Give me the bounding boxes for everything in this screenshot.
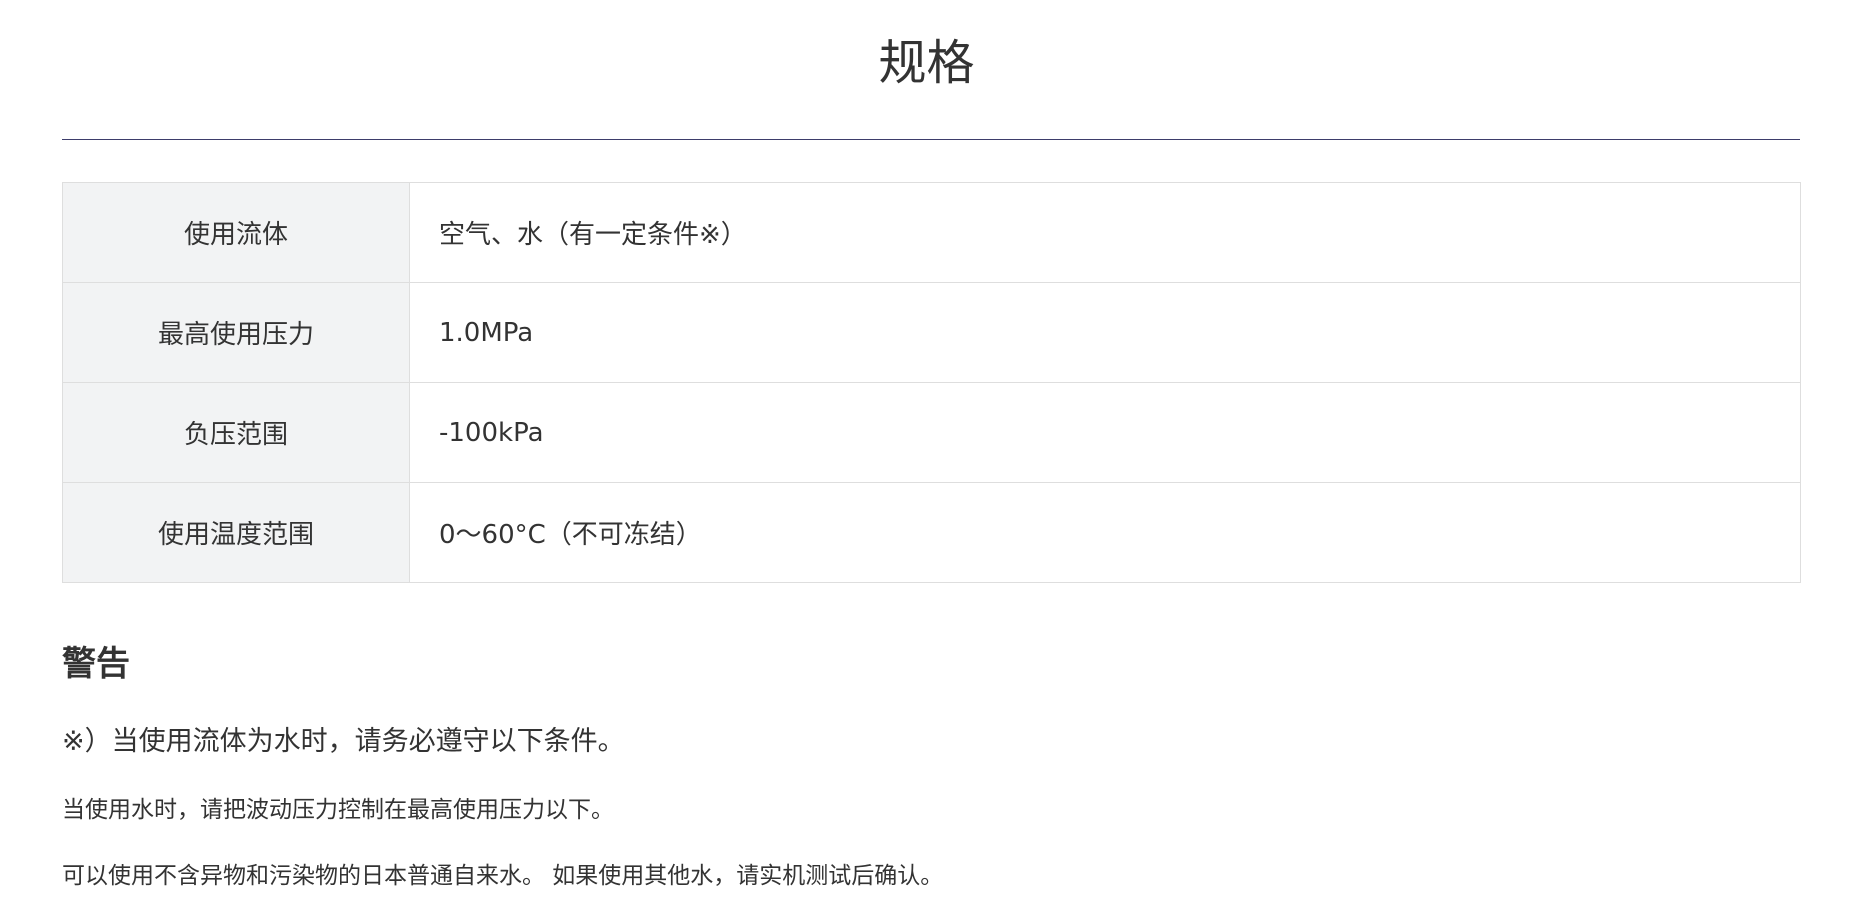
table-row: 使用温度范围 0～60°C（不可冻结）: [62, 482, 1801, 583]
spec-value: 空气、水（有一定条件※）: [409, 182, 1801, 283]
title-divider: [62, 139, 1800, 140]
spec-value: 1.0MPa: [409, 282, 1801, 383]
spec-page: 规格 使用流体 空气、水（有一定条件※） 最高使用压力 1.0MPa 负压范围 …: [0, 0, 1853, 904]
spec-value: -100kPa: [409, 382, 1801, 483]
page-title: 规格: [878, 35, 975, 91]
spec-table: 使用流体 空气、水（有一定条件※） 最高使用压力 1.0MPa 负压范围 -10…: [62, 182, 1801, 583]
table-row: 使用流体 空气、水（有一定条件※）: [62, 182, 1801, 283]
table-row: 最高使用压力 1.0MPa: [62, 282, 1801, 383]
spec-value: 0～60°C（不可冻结）: [409, 482, 1801, 583]
warning-line: 可以使用不含异物和污染物的日本普通自来水。 如果使用其他水，请实机测试后确认。: [62, 863, 944, 889]
warning-line: 当使用水时，请把波动压力控制在最高使用压力以下。: [62, 797, 614, 823]
spec-label: 使用温度范围: [62, 482, 410, 583]
table-row: 负压范围 -100kPa: [62, 382, 1801, 483]
warning-lead: ※）当使用流体为水时，请务必遵守以下条件。: [62, 726, 625, 757]
spec-label: 使用流体: [62, 182, 410, 283]
warning-heading: 警告: [62, 644, 130, 684]
spec-label: 负压范围: [62, 382, 410, 483]
spec-label: 最高使用压力: [62, 282, 410, 383]
